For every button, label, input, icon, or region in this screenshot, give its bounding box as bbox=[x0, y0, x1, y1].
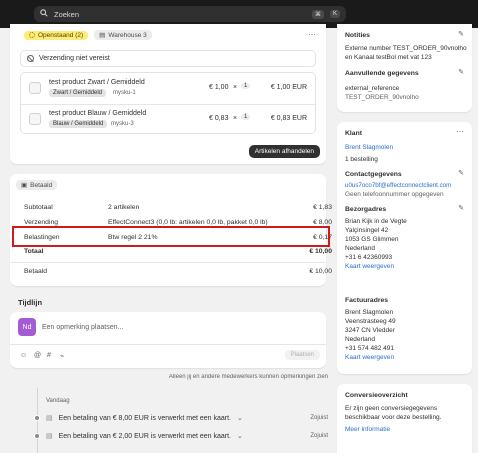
post-button[interactable]: Plaatsen bbox=[284, 350, 320, 360]
additional-key: external_reference bbox=[345, 85, 400, 92]
conversion-title: Conversieoverzicht bbox=[345, 392, 408, 399]
card-icon: ▤ bbox=[46, 415, 53, 422]
shipping-note: Verzending niet vereist bbox=[20, 50, 316, 67]
line-total: € 1,00 EUR bbox=[270, 84, 307, 91]
customer-email-link[interactable]: u0us7oco7bf@effectconnectclient.com bbox=[345, 181, 469, 190]
conversion-text: Er zijn geen conversiegegevens beschikba… bbox=[345, 405, 442, 421]
comment-input[interactable]: Een opmerking plaatsen... bbox=[42, 324, 123, 331]
status-badge: Openstaand (2) bbox=[24, 30, 89, 40]
customer-name-link[interactable]: Brent Slagmolen bbox=[345, 143, 393, 152]
shipping-address-title: Bezorgadres bbox=[345, 206, 387, 213]
attachment-icon[interactable]: ⌁ bbox=[60, 352, 64, 360]
notes-card: Notities ✎ Externe number TEST_ORDER_90v… bbox=[337, 24, 472, 112]
emoji-icon[interactable]: ☺ bbox=[20, 352, 27, 359]
line-item: test product Blauw / Gemiddeld Blauw / G… bbox=[21, 104, 315, 135]
product-name-link[interactable]: test product Zwart / Gemiddeld bbox=[49, 79, 145, 86]
shortcut-cmd-key: ⌘ bbox=[311, 9, 324, 19]
timeline-day: Vandaag bbox=[46, 398, 70, 404]
search-bar[interactable]: Zoeken ⌘ K bbox=[34, 6, 346, 22]
variant-tag: Blauw / Gemiddeld bbox=[49, 120, 108, 128]
edit-contact-icon[interactable]: ✎ bbox=[458, 169, 464, 177]
summary-row-paid: Betaald € 10,00 bbox=[24, 268, 332, 275]
edit-additional-icon[interactable]: ✎ bbox=[458, 68, 464, 76]
warehouse-icon: ▤ bbox=[99, 32, 106, 39]
sku-text: mysku-1 bbox=[113, 90, 136, 96]
search-input[interactable]: Zoeken bbox=[54, 10, 306, 19]
variant-tag: Zwart / Gemiddeld bbox=[49, 89, 107, 97]
product-image-icon bbox=[29, 113, 41, 125]
more-options-icon[interactable]: ⋯ bbox=[308, 30, 316, 39]
visibility-note: Alleen jij en andere medewerkers kunnen … bbox=[168, 374, 328, 380]
additional-value: TEST_ORDER_90vnolho bbox=[345, 94, 419, 101]
summary-row-total: Totaal € 10,00 bbox=[24, 248, 332, 255]
quantity: 1 bbox=[241, 114, 251, 120]
circle-dashed-icon bbox=[29, 32, 35, 38]
chevron-down-icon[interactable]: ⌄ bbox=[237, 414, 243, 422]
product-image-icon bbox=[29, 82, 41, 94]
customer-phone: Geen telefoonnummer opgegeven bbox=[345, 191, 444, 198]
times-sign: × bbox=[233, 115, 238, 122]
billing-address: Brent Slagmolen Veenstrasteeg 49 3247 CN… bbox=[345, 309, 396, 362]
location-badge: ▤ Warehouse 3 bbox=[94, 30, 152, 40]
paid-badge: ▣ Betaald bbox=[16, 180, 58, 190]
timeline-dot-icon bbox=[34, 415, 40, 421]
card-icon: ▤ bbox=[46, 433, 53, 440]
times-sign: × bbox=[233, 84, 238, 91]
line-total: € 0,83 EUR bbox=[270, 115, 307, 122]
chevron-down-icon[interactable]: ⌄ bbox=[237, 432, 243, 440]
product-name-link[interactable]: test product Blauw / Gemiddeld bbox=[49, 110, 146, 117]
shortcut-k-key: K bbox=[329, 10, 340, 18]
shipping-address: Brian Kijk in de Vegte Yalçinsingel 42 1… bbox=[345, 218, 407, 271]
customer-title: Klant bbox=[345, 130, 362, 137]
unit-price: € 1,00 bbox=[209, 84, 229, 91]
edit-shipping-icon[interactable]: ✎ bbox=[458, 204, 464, 212]
timeline-event: ▤ Een betaling van € 2,00 EUR is verwerk… bbox=[34, 432, 328, 440]
notes-title: Notities bbox=[345, 32, 370, 39]
conversion-card: Conversieoverzicht Er zijn geen conversi… bbox=[337, 384, 472, 453]
receipt-icon: ▣ bbox=[21, 182, 28, 189]
edit-notes-icon[interactable]: ✎ bbox=[458, 30, 464, 38]
view-map-link[interactable]: Kaart weergeven bbox=[345, 262, 407, 271]
timeline-title: Tijdlijn bbox=[18, 298, 43, 307]
fulfillment-card: Openstaand (2) ▤ Warehouse 3 ⋯ Verzendin… bbox=[10, 24, 326, 164]
customer-orders: 1 bestelling bbox=[345, 156, 378, 163]
mention-icon[interactable]: @ bbox=[34, 352, 41, 359]
additional-title: Aanvullende gegevens bbox=[345, 70, 419, 77]
timeline-dot-icon bbox=[34, 433, 40, 439]
line-item: test product Zwart / Gemiddeld Zwart / G… bbox=[21, 73, 315, 104]
more-info-link[interactable]: Meer informatie bbox=[345, 425, 390, 434]
view-map-link[interactable]: Kaart weergeven bbox=[345, 353, 396, 362]
tax-highlight-box bbox=[12, 226, 330, 247]
customer-card: Klant ⋯ Brent Slagmolen 1 bestelling Con… bbox=[337, 122, 472, 374]
avatar: Nd bbox=[18, 318, 36, 336]
comment-box: Nd Een opmerking plaatsen... ☺ @ # ⌁ Pla… bbox=[10, 312, 326, 368]
sku-text: mysku-3 bbox=[111, 121, 134, 127]
contact-title: Contactgegevens bbox=[345, 171, 402, 178]
timeline-event: ▤ Een betaling van € 8,00 EUR is verwerk… bbox=[34, 414, 328, 422]
line-items: test product Zwart / Gemiddeld Zwart / G… bbox=[20, 72, 316, 134]
search-icon bbox=[40, 9, 48, 19]
no-shipping-icon bbox=[27, 55, 34, 63]
summary-row-subtotal: Subtotaal 2 artikelen € 1,83 bbox=[24, 204, 332, 211]
unit-price: € 0,83 bbox=[209, 115, 229, 122]
notes-text: Externe number TEST_ORDER_90vnolho en Ka… bbox=[345, 45, 467, 61]
quantity: 1 bbox=[241, 83, 251, 89]
hashtag-icon[interactable]: # bbox=[47, 352, 51, 359]
fulfill-items-button[interactable]: Artikelen afhandelen bbox=[248, 145, 320, 158]
more-options-icon[interactable]: ⋯ bbox=[456, 127, 464, 136]
billing-address-title: Factuuradres bbox=[345, 297, 389, 304]
